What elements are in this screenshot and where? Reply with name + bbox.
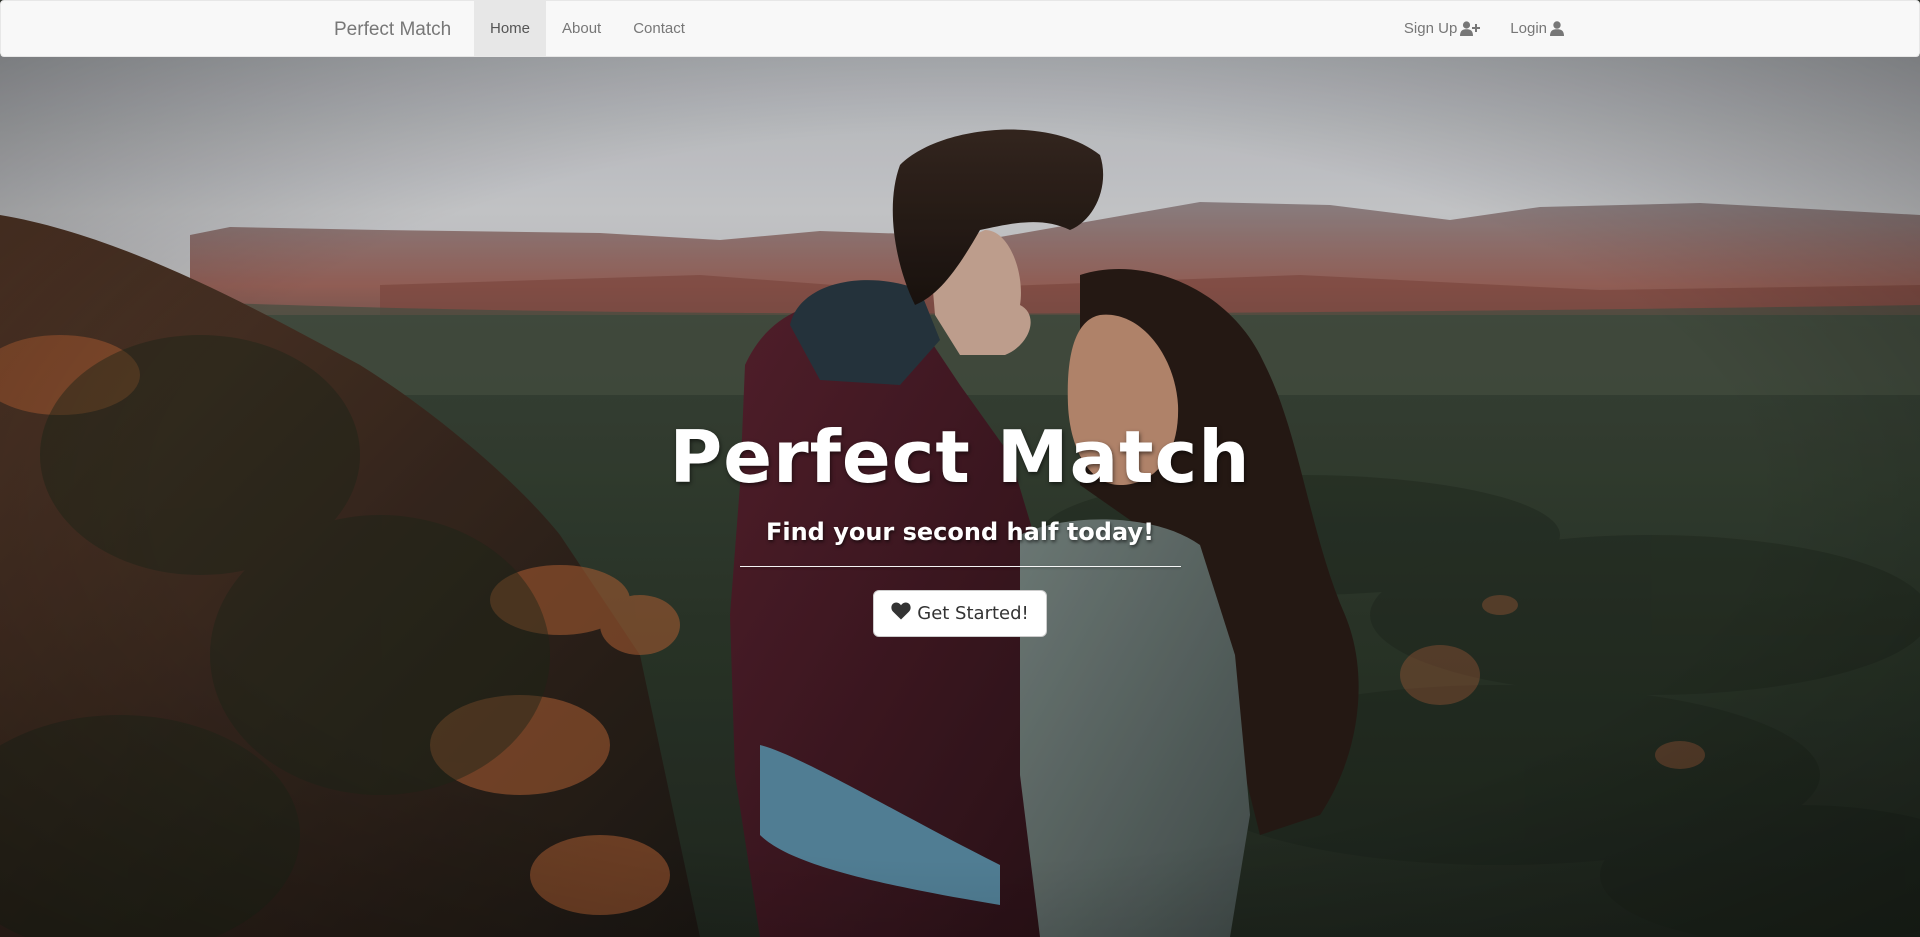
get-started-label: Get Started! bbox=[917, 603, 1029, 624]
page: Perfect Match Home About Contact Sign Up bbox=[0, 0, 1920, 937]
nav-links: Home About Contact bbox=[474, 1, 701, 56]
nav-link-signup[interactable]: Sign Up bbox=[1389, 1, 1495, 56]
nav-link-contact[interactable]: Contact bbox=[617, 1, 701, 56]
navbar: Perfect Match Home About Contact Sign Up bbox=[0, 0, 1920, 57]
hero-title: Perfect Match bbox=[669, 415, 1251, 499]
login-label: Login bbox=[1510, 20, 1547, 37]
user-icon bbox=[1550, 21, 1564, 36]
user-plus-icon bbox=[1460, 21, 1481, 36]
navbar-brand[interactable]: Perfect Match bbox=[334, 1, 451, 56]
hero-subtitle: Find your second half today! bbox=[765, 518, 1155, 546]
heart-icon bbox=[891, 602, 911, 625]
signup-label: Sign Up bbox=[1403, 20, 1458, 37]
nav-link-login[interactable]: Login bbox=[1495, 1, 1579, 56]
nav-link-about[interactable]: About bbox=[546, 1, 617, 56]
get-started-button[interactable]: Get Started! bbox=[873, 590, 1047, 637]
hero-content: Perfect Match Find your second half toda… bbox=[0, 410, 1920, 637]
nav-link-home[interactable]: Home bbox=[474, 1, 547, 56]
hero-divider bbox=[739, 566, 1181, 567]
nav-right-links: Sign Up Login bbox=[1389, 1, 1579, 56]
navbar-container: Perfect Match Home About Contact Sign Up bbox=[319, 1, 1579, 56]
